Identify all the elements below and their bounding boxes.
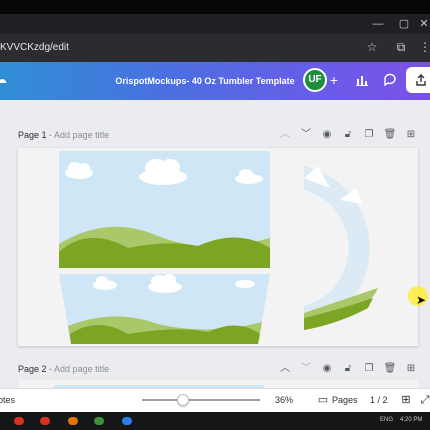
taskbar-app-icon[interactable]	[40, 417, 50, 425]
browser-tab-strip	[0, 14, 430, 34]
monitor-bezel	[0, 0, 430, 14]
more-vert-icon[interactable]: ⋮	[418, 40, 430, 54]
zoom-slider[interactable]	[142, 399, 260, 401]
mouse-pointer-icon: ➤	[416, 293, 427, 307]
pages-button[interactable]: Pages	[332, 393, 358, 407]
comment-icon[interactable]	[378, 68, 402, 92]
fullscreen-icon[interactable]: ⤢	[418, 393, 430, 407]
page-1-label: Page 1	[18, 130, 47, 140]
close-icon[interactable]: ✕	[418, 18, 430, 30]
lock-icon[interactable]: 🔓︎	[341, 128, 355, 142]
page-2-title[interactable]: Page 2 - Add page title	[18, 362, 109, 376]
chevron-down-icon[interactable]: ﹀	[299, 128, 313, 142]
taskbar-language[interactable]: ENG	[380, 415, 393, 425]
bar-chart-icon[interactable]	[350, 68, 374, 92]
zoom-level[interactable]: 36%	[275, 393, 293, 407]
minimize-icon[interactable]: —	[372, 18, 384, 30]
lock-icon[interactable]: 🔓︎	[341, 362, 355, 376]
lid-arc-element	[304, 166, 378, 330]
zoom-slider-handle[interactable]	[177, 394, 189, 406]
delete-icon[interactable]: 🗑︎	[383, 128, 397, 142]
chevron-up-icon[interactable]: ︿	[278, 128, 292, 142]
add-page-icon[interactable]: ⊞	[404, 128, 418, 142]
page-counter[interactable]: 1 / 2	[370, 393, 388, 407]
share-button[interactable]	[406, 67, 430, 93]
url-text[interactable]: KVVCKzdg/edit	[0, 41, 69, 55]
chevron-up-icon[interactable]: ︿	[278, 362, 292, 376]
taskbar-app-icon[interactable]	[94, 417, 104, 425]
duplicate-icon[interactable]: ❐	[362, 362, 376, 376]
notes-button[interactable]: otes	[0, 393, 15, 407]
landscape-panel-top	[59, 151, 270, 268]
tumbler-design	[59, 151, 378, 344]
taskbar-app-icon[interactable]	[68, 417, 78, 425]
add-collaborator-button[interactable]: +	[322, 68, 346, 92]
eye-icon[interactable]: ◉	[320, 128, 334, 142]
taskbar-app-icon[interactable]	[14, 417, 24, 425]
document-title[interactable]: OrispotMockups- 40 Oz Tumbler Template	[110, 74, 300, 88]
page-2-label: Page 2	[18, 364, 47, 374]
taskbar-app-icon[interactable]	[122, 417, 132, 425]
maximize-icon[interactable]: ▢	[398, 18, 410, 30]
page-2-title-placeholder[interactable]: - Add page title	[49, 364, 109, 374]
chevron-down-icon[interactable]: ﹀	[299, 362, 313, 376]
pages-icon[interactable]: ▭	[316, 393, 330, 407]
page-1-title-placeholder[interactable]: - Add page title	[49, 130, 109, 140]
screen: — ▢ ✕ KVVCKzdg/edit ☆ ⧉ ⋮ ☁ OrispotMocku…	[0, 0, 430, 430]
landscape-panel-bottom	[59, 274, 270, 344]
cloud-sync-icon[interactable]: ☁	[0, 73, 10, 87]
grid-icon[interactable]: ⊞	[399, 393, 413, 407]
puzzle-icon[interactable]: ⧉	[394, 40, 408, 54]
eye-icon[interactable]: ◉	[320, 362, 334, 376]
delete-icon[interactable]: 🗑︎	[383, 362, 397, 376]
page-1-title[interactable]: Page 1 - Add page title	[18, 128, 109, 142]
star-icon[interactable]: ☆	[365, 40, 379, 54]
page-1-canvas[interactable]	[18, 148, 418, 346]
duplicate-icon[interactable]: ❐	[362, 128, 376, 142]
taskbar-clock[interactable]: 4:20 PM	[400, 415, 422, 425]
os-taskbar	[0, 412, 430, 430]
add-page-icon[interactable]: ⊞	[404, 362, 418, 376]
